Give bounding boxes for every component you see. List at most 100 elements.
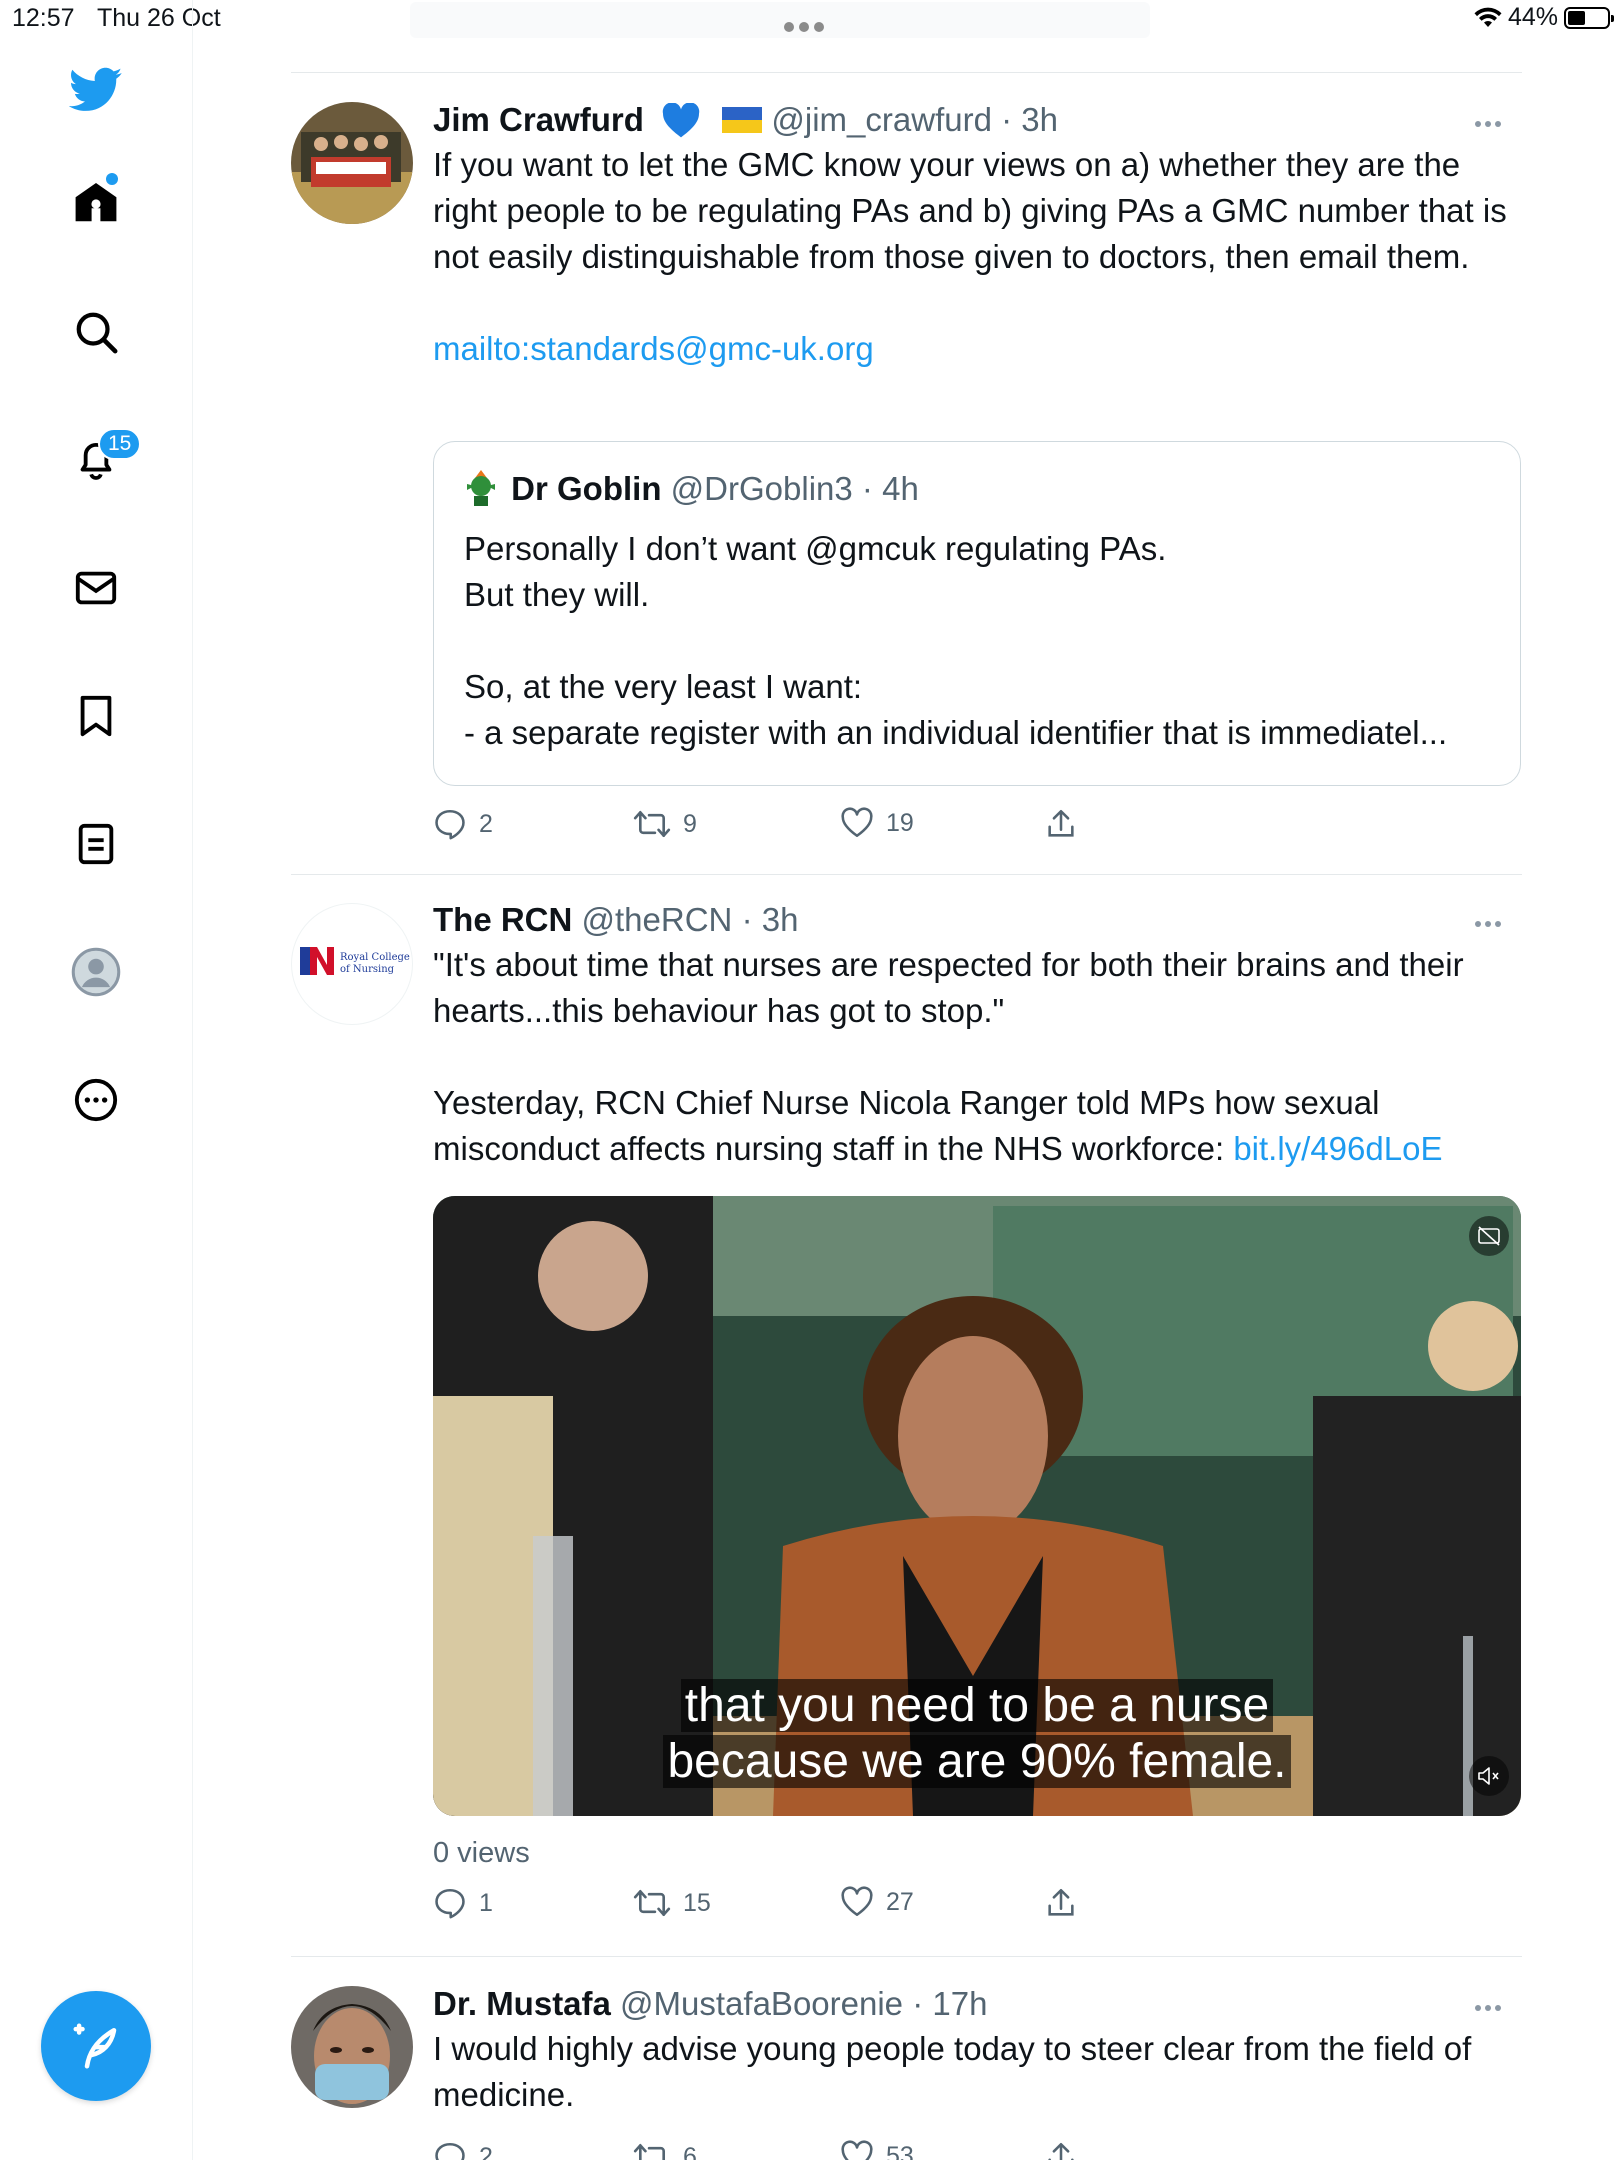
author-handle[interactable]: @jim_crawfurd xyxy=(771,101,992,138)
multitask-dots-icon[interactable] xyxy=(784,10,834,32)
tweet-more-icon[interactable] xyxy=(1471,114,1501,132)
retweet-count: 15 xyxy=(683,1888,711,1917)
quote-line: Personally I don’t want @gmcuk regulatin… xyxy=(464,530,1167,567)
retweet-icon xyxy=(633,1889,671,1917)
reply-icon xyxy=(435,809,465,840)
tweet-more-icon[interactable] xyxy=(1471,914,1501,932)
sidebar-item-lists[interactable] xyxy=(66,814,126,874)
tweet-time[interactable]: 3h xyxy=(1021,101,1058,138)
reply-button[interactable]: 2 xyxy=(433,807,493,841)
quote-time: 4h xyxy=(882,470,919,507)
tweet-actions: 2 6 53 xyxy=(433,2140,1113,2160)
tweet-divider xyxy=(291,874,1522,875)
ukraine-flag-icon xyxy=(722,107,763,133)
video-player[interactable]: that you need to be a nurse because we a… xyxy=(433,1196,1521,1816)
tweet-dr-mustafa[interactable]: Dr. Mustafa @MustafaBoorenie · 17h I wou… xyxy=(291,1984,1522,2160)
notifications-badge: 15 xyxy=(98,428,142,460)
reply-count: 1 xyxy=(479,1888,493,1917)
tweet-actions: 1 15 27 xyxy=(433,1886,1113,1926)
sidebar: 15 xyxy=(0,0,193,2160)
more-circle-icon xyxy=(74,1078,118,1122)
retweet-button[interactable]: 9 xyxy=(633,807,697,841)
tweet-text: I would highly advise young people today… xyxy=(433,2030,1472,2113)
sidebar-item-bookmarks[interactable] xyxy=(66,686,126,746)
heart-icon xyxy=(841,1886,873,1917)
tweet-header: The RCN @theRCN · 3h xyxy=(433,900,1513,940)
quote-author-handle: @DrGoblin3 xyxy=(670,470,853,507)
reply-button[interactable]: 2 xyxy=(433,2140,493,2160)
like-button[interactable]: 27 xyxy=(840,1886,914,1918)
author-name[interactable]: Dr. Mustafa xyxy=(433,1985,611,2022)
heart-icon xyxy=(841,807,873,838)
tweet-text: If you want to let the GMC know your vie… xyxy=(433,146,1507,275)
sidebar-item-explore[interactable] xyxy=(66,302,126,362)
video-caption-line: because we are 90% female. xyxy=(433,1734,1521,1790)
reply-icon xyxy=(435,2142,465,2160)
tweet-header: Jim Crawfurd @jim_crawfurd · 3h xyxy=(433,100,1513,140)
reply-icon xyxy=(435,1888,465,1919)
separator-dot: · xyxy=(861,470,873,507)
avatar[interactable]: Royal College of Nursing xyxy=(291,903,413,1025)
share-button[interactable] xyxy=(1044,1886,1078,1920)
like-count: 53 xyxy=(886,2141,914,2160)
profile-icon xyxy=(71,947,121,997)
battery-percent: 44% xyxy=(1507,3,1558,31)
captions-button[interactable] xyxy=(1469,1216,1509,1256)
retweet-icon xyxy=(633,2143,666,2160)
quote-line: But they will. xyxy=(464,576,650,613)
sidebar-item-profile[interactable] xyxy=(66,942,126,1002)
home-icon xyxy=(75,183,117,222)
heart-icon xyxy=(841,2140,873,2160)
retweet-button[interactable]: 15 xyxy=(633,1886,711,1920)
tweet-jim-crawfurd[interactable]: Jim Crawfurd @jim_crawfurd · 3h If you w… xyxy=(291,100,1522,870)
sidebar-item-more[interactable] xyxy=(66,1070,126,1130)
retweet-count: 6 xyxy=(683,2142,697,2160)
mute-button[interactable] xyxy=(1469,1756,1509,1796)
home-unread-dot xyxy=(106,173,118,185)
quoted-tweet[interactable]: Dr Goblin @DrGoblin3 · 4h Personally I d… xyxy=(433,441,1521,786)
avatar[interactable] xyxy=(291,1986,413,2108)
muted-speaker-icon xyxy=(1478,1767,1499,1785)
author-name[interactable]: Jim Crawfurd xyxy=(433,101,644,138)
twitter-logo-icon[interactable] xyxy=(66,60,126,120)
share-icon xyxy=(1048,1888,1074,1916)
tweet-time[interactable]: 3h xyxy=(762,901,799,938)
tweet-link[interactable]: mailto:standards@gmc-uk.org xyxy=(433,326,1513,372)
tweet-link[interactable]: bit.ly/496dLoE xyxy=(1233,1130,1442,1167)
like-button[interactable]: 53 xyxy=(840,2140,914,2160)
compose-tweet-button[interactable] xyxy=(41,1991,151,2101)
blue-heart-icon xyxy=(662,102,700,138)
tweet-the-rcn[interactable]: Royal College of Nursing The RCN @theRCN … xyxy=(291,900,1522,1950)
svg-text:of Nursing: of Nursing xyxy=(340,964,395,975)
quote-line: - a separate register with an individual… xyxy=(464,714,1448,751)
sidebar-item-messages[interactable] xyxy=(66,558,126,618)
share-icon xyxy=(1048,2142,1074,2160)
separator-dot: · xyxy=(912,1985,924,2022)
battery-icon xyxy=(1564,6,1614,29)
reply-count: 2 xyxy=(479,809,493,838)
quote-author-name: Dr Goblin xyxy=(511,470,662,507)
author-name[interactable]: The RCN xyxy=(433,901,572,938)
tweet-text-continued: Yesterday, RCN Chief Nurse Nicola Ranger… xyxy=(433,1080,1513,1172)
reply-button[interactable]: 1 xyxy=(433,1886,493,1920)
share-button[interactable] xyxy=(1044,807,1078,841)
quote-line: So, at the very least I want: xyxy=(464,668,863,705)
author-handle[interactable]: @MustafaBoorenie xyxy=(620,1985,903,2022)
like-count: 27 xyxy=(886,1887,914,1916)
tweet-divider xyxy=(291,1956,1522,1957)
goblin-avatar-icon xyxy=(467,470,495,506)
tweet-text: "It's about time that nurses are respect… xyxy=(433,946,1464,1029)
like-count: 19 xyxy=(886,808,914,837)
author-handle[interactable]: @theRCN xyxy=(582,901,733,938)
retweet-button[interactable]: 6 xyxy=(633,2140,697,2160)
wifi-icon xyxy=(1474,7,1502,27)
share-button[interactable] xyxy=(1044,2140,1078,2160)
compose-feather-icon xyxy=(73,2023,117,2069)
like-button[interactable]: 19 xyxy=(840,807,914,839)
avatar[interactable] xyxy=(291,102,413,224)
tweet-more-icon[interactable] xyxy=(1471,1998,1501,2016)
list-icon xyxy=(78,823,114,865)
separator-dot: · xyxy=(741,901,753,938)
tweet-time[interactable]: 17h xyxy=(932,1985,987,2022)
quote-header: Dr Goblin @DrGoblin3 · 4h xyxy=(464,468,919,509)
